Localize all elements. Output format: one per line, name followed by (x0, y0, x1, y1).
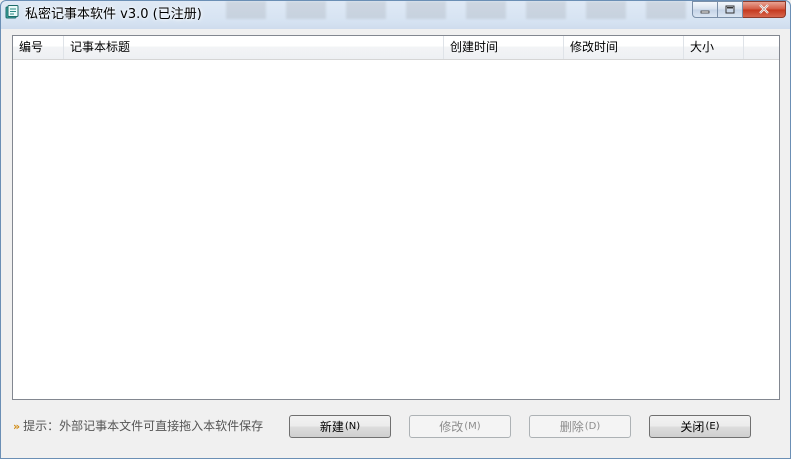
hint-text: 提示：外部记事本文件可直接拖入本软件保存 (23, 419, 264, 433)
close-button-label: 关闭 (680, 420, 705, 434)
double-chevron-right-icon: » (13, 420, 21, 433)
main-window: 私密记事本软件 v3.0 (已注册) 编号 记事本标题 创建时间 修改时间 大小… (0, 0, 791, 459)
title-bar[interactable]: 私密记事本软件 v3.0 (已注册) (1, 1, 790, 25)
new-button[interactable]: 新建 (N) (289, 415, 391, 438)
column-header-title[interactable]: 记事本标题 (64, 36, 444, 59)
window-title: 私密记事本软件 v3.0 (已注册) (25, 7, 202, 22)
column-header-filler (744, 36, 779, 59)
new-button-accel: (N) (344, 421, 361, 432)
new-button-label: 新建 (319, 420, 344, 434)
delete-button[interactable]: 删除 (D) (529, 415, 631, 438)
edit-button-accel: (M) (464, 421, 481, 432)
column-header-number[interactable]: 编号 (13, 36, 64, 59)
notebook-list[interactable]: 编号 记事本标题 创建时间 修改时间 大小 (12, 35, 780, 400)
edit-button[interactable]: 修改 (M) (409, 415, 511, 438)
column-header-created[interactable]: 创建时间 (444, 36, 564, 59)
edit-button-label: 修改 (439, 420, 464, 434)
column-header-size[interactable]: 大小 (684, 36, 744, 59)
background-ghost (226, 1, 686, 19)
close-window-button[interactable] (743, 1, 786, 18)
minimize-icon (700, 3, 710, 17)
minimize-button[interactable] (692, 1, 718, 18)
notebook-icon[interactable] (4, 4, 20, 20)
client-area: 编号 记事本标题 创建时间 修改时间 大小 » 提示：外部记事本文件可直接拖入本软… (5, 29, 786, 454)
delete-button-accel: (D) (584, 421, 601, 432)
close-button[interactable]: 关闭 (E) (649, 415, 751, 438)
hint-text-row: » 提示：外部记事本文件可直接拖入本软件保存 (13, 417, 263, 434)
close-button-accel: (E) (705, 421, 720, 432)
list-header: 编号 记事本标题 创建时间 修改时间 大小 (13, 36, 779, 60)
delete-button-label: 删除 (559, 420, 584, 434)
caption-buttons (692, 1, 786, 19)
close-icon (758, 3, 770, 17)
maximize-button[interactable] (718, 1, 743, 18)
column-header-modified[interactable]: 修改时间 (564, 36, 684, 59)
bottom-bar: » 提示：外部记事本文件可直接拖入本软件保存 新建 (N) 修改 (M) 删除 (D) … (5, 407, 786, 447)
maximize-icon (725, 3, 735, 17)
